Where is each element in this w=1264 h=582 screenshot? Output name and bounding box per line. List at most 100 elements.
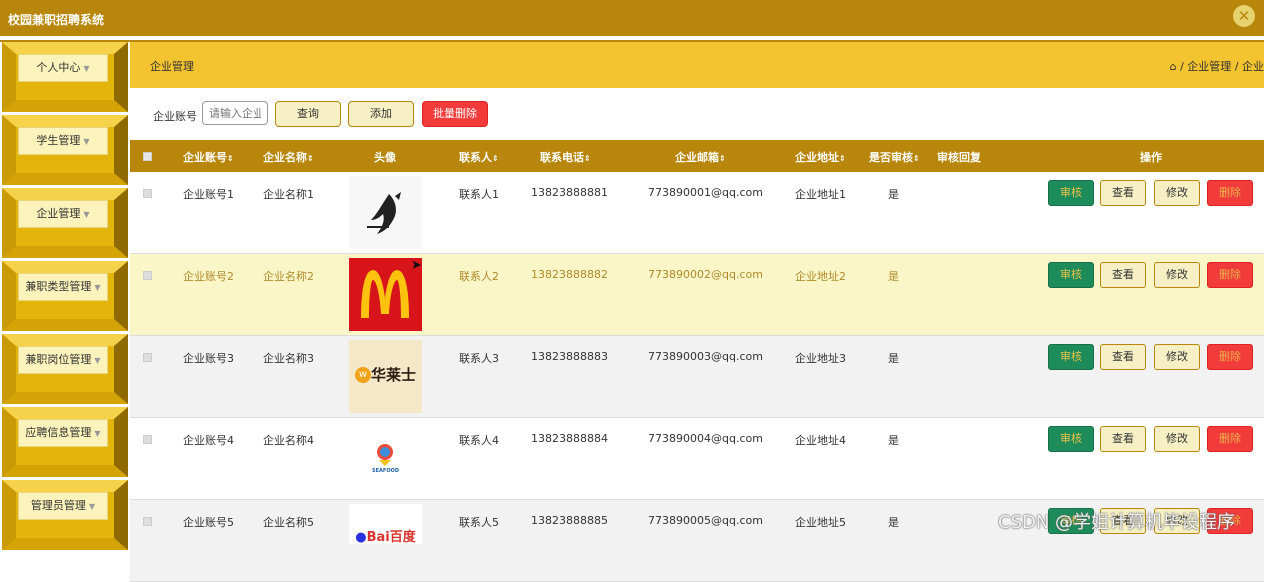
cell-email: 773890003@qq.com	[648, 350, 763, 363]
baidu-logo: ●Bai百度	[355, 530, 416, 544]
col-account[interactable]: 企业账号⇕	[183, 149, 234, 165]
row-checkbox[interactable]	[143, 353, 152, 362]
edit-button[interactable]: 修改	[1154, 426, 1200, 452]
table-row: 企业账号2 企业名称2 ➤ 联系人2 13823888882 773890002…	[130, 254, 1264, 336]
company-account-input[interactable]	[202, 101, 268, 125]
table-row: 企业账号3 企业名称3 w 华莱士 联系人3 13823888883 773890…	[130, 336, 1264, 418]
page-title: 企业管理	[150, 60, 194, 73]
cell-name: 企业名称2	[263, 270, 314, 283]
sidebar-item-label: 学生管理	[36, 134, 81, 147]
col-email[interactable]: 企业邮箱⇕	[675, 149, 726, 165]
watermark: CSDN @学姐计算机毕设程序	[998, 512, 1236, 533]
chevron-down-icon: ▼	[94, 429, 101, 438]
batch-delete-button[interactable]: 批量删除	[422, 101, 488, 127]
approve-button[interactable]: 审核	[1048, 262, 1094, 288]
chevron-down-icon: ▼	[83, 137, 90, 146]
view-button[interactable]: 查看	[1100, 180, 1146, 206]
sidebar: 个人中心 ▼ 学生管理 ▼ 企业管理 ▼ 兼职类型管理 ▼ 兼职岗位管理 ▼ 应聘信息管理…	[0, 42, 130, 550]
col-name[interactable]: 企业名称⇕	[263, 149, 314, 165]
col-reply: 审核回复	[937, 151, 981, 164]
cell-reviewed: 是	[888, 434, 899, 447]
cell-reviewed: 是	[888, 188, 899, 201]
col-contact[interactable]: 联系人⇕	[459, 149, 499, 165]
row-checkbox[interactable]	[143, 517, 152, 526]
cell-contact: 联系人1	[459, 188, 499, 201]
cell-reviewed: 是	[888, 270, 899, 283]
cell-contact: 联系人3	[459, 352, 499, 365]
cell-email: 773890001@qq.com	[648, 186, 763, 199]
avatar: ●Bai百度	[349, 504, 422, 544]
query-button[interactable]: 查询	[275, 101, 341, 127]
row-checkbox[interactable]	[143, 271, 152, 280]
cell-account: 企业账号2	[183, 270, 234, 283]
cell-account: 企业账号1	[183, 188, 234, 201]
sidebar-item-job-type-management[interactable]: 兼职类型管理 ▼	[0, 261, 130, 331]
sidebar-item-label: 个人中心	[36, 61, 81, 74]
sort-icon: ⇕	[719, 154, 726, 163]
edit-button[interactable]: 修改	[1154, 344, 1200, 370]
view-button[interactable]: 查看	[1100, 262, 1146, 288]
cell-reviewed: 是	[888, 352, 899, 365]
home-icon[interactable]: ⌂	[1170, 60, 1177, 73]
breadcrumb-text[interactable]: / 企业管理 / 企业	[1180, 60, 1264, 73]
delete-button[interactable]: 删除	[1207, 180, 1253, 206]
row-checkbox[interactable]	[143, 189, 152, 198]
avatar: w 华莱士	[349, 340, 422, 413]
approve-button[interactable]: 审核	[1048, 426, 1094, 452]
sort-icon: ⇕	[913, 154, 920, 163]
sidebar-item-application-management[interactable]: 应聘信息管理 ▼	[0, 407, 130, 477]
cell-phone: 13823888882	[531, 268, 608, 281]
col-address[interactable]: 企业地址⇕	[795, 149, 846, 165]
mouse-cursor-icon: ➤	[411, 258, 422, 273]
paw-logo-icon: ●	[355, 530, 367, 544]
cell-reviewed: 是	[888, 516, 899, 529]
edit-button[interactable]: 修改	[1154, 262, 1200, 288]
approve-button[interactable]: 审核	[1048, 180, 1094, 206]
cell-email: 773890002@qq.com	[648, 268, 763, 281]
bird-logo-icon	[367, 192, 401, 234]
select-all-checkbox[interactable]	[143, 152, 152, 161]
row-checkbox[interactable]	[143, 435, 152, 444]
add-button[interactable]: 添加	[348, 101, 414, 127]
sidebar-item-student-management[interactable]: 学生管理 ▼	[0, 115, 130, 185]
cell-phone: 13823888883	[531, 350, 608, 363]
view-button[interactable]: 查看	[1100, 426, 1146, 452]
delete-button[interactable]: 删除	[1207, 262, 1253, 288]
approve-button[interactable]: 审核	[1048, 344, 1094, 370]
cell-name: 企业名称5	[263, 516, 314, 529]
chevron-down-icon: ▼	[83, 210, 90, 219]
cell-contact: 联系人2	[459, 270, 499, 283]
cell-address: 企业地址3	[795, 352, 846, 365]
chicken-logo-icon: w	[354, 366, 371, 383]
cell-account: 企业账号3	[183, 352, 234, 365]
cell-address: 企业地址1	[795, 188, 846, 201]
sidebar-item-personal-center[interactable]: 个人中心 ▼	[0, 42, 130, 112]
title-bar: 校园兼职招聘系统 ✕	[0, 0, 1264, 36]
sidebar-item-label: 企业管理	[36, 207, 81, 220]
delete-button[interactable]: 删除	[1207, 426, 1253, 452]
col-reviewed[interactable]: 是否审核⇕	[869, 149, 920, 165]
cell-address: 企业地址2	[795, 270, 846, 283]
cell-account: 企业账号5	[183, 516, 234, 529]
edit-button[interactable]: 修改	[1154, 180, 1200, 206]
breadcrumb: ⌂ / 企业管理 / 企业	[1170, 58, 1264, 74]
sidebar-item-label: 兼职岗位管理	[25, 353, 92, 366]
sidebar-item-label: 兼职类型管理	[25, 280, 92, 293]
col-phone[interactable]: 联系电话⇕	[540, 149, 591, 165]
close-icon[interactable]: ✕	[1233, 5, 1255, 27]
cell-name: 企业名称3	[263, 352, 314, 365]
sidebar-item-company-management[interactable]: 企业管理 ▼	[0, 188, 130, 258]
view-button[interactable]: 查看	[1100, 344, 1146, 370]
sort-icon: ⇕	[584, 154, 591, 163]
chevron-down-icon: ▼	[94, 356, 101, 365]
chevron-down-icon: ▼	[94, 283, 101, 292]
cell-email: 773890005@qq.com	[648, 514, 763, 527]
cell-account: 企业账号4	[183, 434, 234, 447]
sidebar-item-job-post-management[interactable]: 兼职岗位管理 ▼	[0, 334, 130, 404]
cell-name: 企业名称4	[263, 434, 314, 447]
sort-icon: ⇕	[307, 154, 314, 163]
table-header: 企业账号⇕ 企业名称⇕ 头像 联系人⇕ 联系电话⇕ 企业邮箱⇕ 企业地址⇕ 是否…	[130, 140, 1264, 172]
table-row: 企业账号4 企业名称4 SEAFOOD 联系人4 13823888884 773…	[130, 418, 1264, 500]
delete-button[interactable]: 删除	[1207, 344, 1253, 370]
col-actions: 操作	[1140, 151, 1162, 164]
